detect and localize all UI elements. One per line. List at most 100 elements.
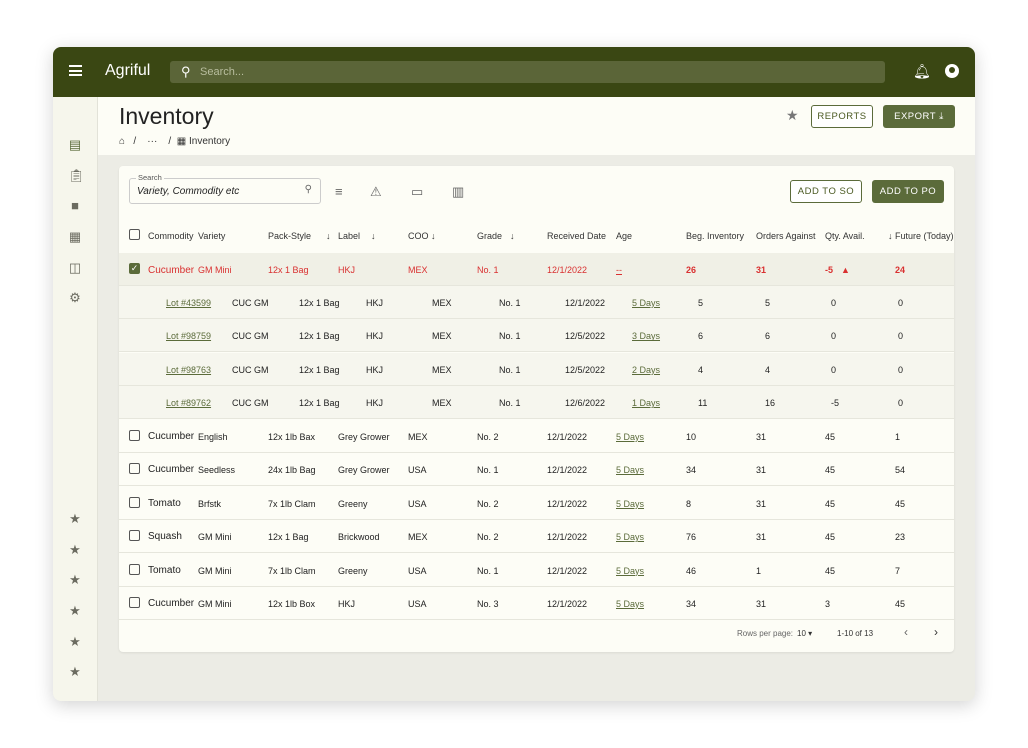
- row-checkbox[interactable]: [129, 563, 140, 575]
- row-checkbox[interactable]: ✓: [129, 263, 140, 274]
- cell-age[interactable]: 5 Days: [616, 532, 644, 542]
- sort-arrow-icon[interactable]: ↓: [371, 231, 376, 241]
- cell-commodity: Tomato: [148, 564, 181, 576]
- favorite-star-icon[interactable]: ★: [68, 573, 82, 586]
- lot-row[interactable]: Lot #98763 CUC GM 12x 1 Bag HKJ MEX No. 1 12/5…: [119, 352, 954, 386]
- table-row[interactable]: Cucumber English 12x 1lb Bax Grey Grower MEX…: [119, 420, 954, 453]
- cell-age[interactable]: 3 Days: [632, 331, 660, 341]
- row-checkbox[interactable]: [129, 229, 140, 240]
- row-checkbox[interactable]: [129, 597, 140, 608]
- table-row[interactable]: Squash GM Mini 12x 1 Bag Brickwood MEX No. 2 1…: [119, 520, 954, 554]
- sort-arrow-icon[interactable]: ↓: [326, 231, 331, 241]
- table-row-selected[interactable]: ✓ Cucumber GM Mini 12x 1 Bag HKJ MEX No. 1 12/1…: [119, 253, 954, 286]
- home-icon[interactable]: ⌂: [119, 136, 125, 147]
- cell-qty-avail: 0: [831, 298, 837, 308]
- sort-arrow-icon[interactable]: ↓: [431, 231, 436, 241]
- warning-icon[interactable]: ⚠: [370, 184, 382, 200]
- sidebar-item-clipboard-icon[interactable]: 📋︎: [68, 169, 85, 182]
- cell-coo: MEX: [432, 398, 452, 409]
- cell-age[interactable]: 5 Days: [616, 432, 644, 442]
- cell-pack-style: 12x 1 Bag: [268, 532, 309, 543]
- row-checkbox[interactable]: [129, 530, 140, 542]
- sidebar-item-settings-icon[interactable]: ⚙: [68, 291, 82, 304]
- row-checkbox[interactable]: [129, 463, 140, 475]
- reports-button[interactable]: REPORTS: [811, 105, 873, 128]
- favorite-star-icon[interactable]: ★: [68, 665, 82, 678]
- global-search-input[interactable]: ⚲ Search...: [170, 61, 885, 83]
- cell-age[interactable]: 5 Days: [616, 499, 644, 509]
- table-row[interactable]: Tomato Brfstk 7x 1lb Clam Greeny USA No. 2 12/…: [119, 487, 954, 520]
- favorite-star-icon[interactable]: ★: [786, 107, 799, 124]
- table-row[interactable]: Tomato GM Mini 7x 1lb Clam Greeny USA No. 1 12…: [119, 554, 954, 587]
- cell-age[interactable]: --: [616, 265, 622, 275]
- favorite-star-icon[interactable]: ★: [68, 512, 82, 525]
- cell-qty-avail: 45: [825, 432, 836, 442]
- lot-link[interactable]: Lot #98759: [166, 331, 211, 341]
- sidebar-item-dashboard-icon[interactable]: ◫: [68, 261, 82, 274]
- cell-age[interactable]: 5 Days: [616, 566, 644, 576]
- column-header-qty-avail: Qty. Avail.: [825, 231, 865, 241]
- cell-pack-style: 24x 1lb Bag: [268, 465, 316, 476]
- cell-variety: Brfstk: [198, 498, 222, 509]
- lot-link[interactable]: Lot #98763: [166, 365, 211, 375]
- cell-pack-style: 7x 1lb Clam: [268, 565, 316, 576]
- cell-age[interactable]: 5 Days: [616, 599, 644, 609]
- cell-variety: CUC GM: [232, 364, 269, 375]
- breadcrumb-separator: /: [133, 136, 137, 147]
- favorite-star-icon[interactable]: ★: [68, 635, 82, 648]
- account-icon[interactable]: [945, 64, 959, 78]
- cell-qty-avail: 45: [825, 465, 836, 476]
- cell-label: Greeny: [338, 565, 368, 576]
- favorite-star-icon[interactable]: ★: [68, 604, 82, 617]
- cell-variety: CUC GM: [232, 331, 269, 342]
- cell-commodity: Tomato: [148, 497, 181, 509]
- rows-per-page-select[interactable]: 10 ▾: [797, 629, 812, 638]
- column-header-beg-inventory: Beg. Inventory: [686, 231, 745, 241]
- cell-variety: GM Mini: [198, 565, 232, 576]
- cell-pack-style: 12x 1 Bag: [299, 331, 340, 342]
- favorite-star-icon[interactable]: ★: [68, 543, 82, 556]
- row-checkbox[interactable]: [129, 430, 140, 441]
- cell-variety: GM Mini: [198, 532, 232, 543]
- cell-beg-inventory: 10: [686, 432, 697, 442]
- cell-age[interactable]: 2 Days: [632, 365, 660, 375]
- lot-row[interactable]: Lot #98759 CUC GM 12x 1 Bag HKJ MEX No. 1 12/5…: [119, 319, 954, 353]
- cell-qty-avail: 3: [825, 599, 831, 609]
- sidebar-item-briefcase-icon[interactable]: ■: [68, 199, 82, 212]
- table-search-input[interactable]: Search Variety, Commodity etc ⚲: [129, 173, 321, 204]
- sidebar-item-grid-icon[interactable]: ▦: [68, 230, 82, 243]
- filter-icon[interactable]: ≡: [335, 184, 343, 199]
- calendar-icon[interactable]: ▭: [411, 184, 423, 200]
- cell-grade: No. 2: [477, 532, 499, 543]
- bell-icon[interactable]: 🔔︎: [913, 63, 931, 80]
- export-button[interactable]: EXPORT ⤓: [883, 105, 955, 128]
- table-row[interactable]: Cucumber Seedless 24x 1lb Bag Grey Grower US…: [119, 453, 954, 487]
- next-page-icon[interactable]: ›: [934, 625, 938, 639]
- cell-age[interactable]: 5 Days: [632, 298, 660, 308]
- columns-icon[interactable]: ▥: [452, 184, 464, 200]
- lot-row[interactable]: Lot #89762 CUC GM 12x 1 Bag HKJ MEX No. 1 12/6…: [119, 386, 954, 420]
- menu-icon[interactable]: [69, 65, 82, 76]
- previous-page-icon[interactable]: ‹: [904, 625, 908, 639]
- table-header[interactable]: Commodity Variety Pack-Style ↓ Label ↓ COO ↓ Gra…: [119, 219, 954, 252]
- cell-label: HKJ: [366, 298, 384, 308]
- column-header-grade: Grade: [477, 231, 503, 241]
- cell-pack-style: 12x 1 Bag: [268, 265, 309, 275]
- breadcrumb-ellipsis[interactable]: ···: [147, 136, 157, 147]
- sidebar-item-inventory-icon[interactable]: ▤: [68, 138, 82, 151]
- row-checkbox[interactable]: [129, 496, 140, 508]
- cell-received-date: 12/1/2022: [547, 599, 588, 609]
- add-to-so-button[interactable]: ADD TO SO: [790, 180, 862, 203]
- lot-row[interactable]: Lot #43599 CUC GM 12x 1 Bag HKJ MEX No. 1 12/1…: [119, 286, 954, 319]
- sort-arrow-icon[interactable]: ↓: [888, 231, 893, 241]
- cell-age[interactable]: 1 Days: [632, 398, 660, 408]
- lot-link[interactable]: Lot #43599: [166, 298, 211, 308]
- sort-arrow-icon[interactable]: ↓: [510, 231, 515, 241]
- rows-per-page-label: Rows per page:: [737, 629, 794, 638]
- cell-qty-avail: 45: [825, 498, 836, 509]
- add-to-po-button[interactable]: ADD TO PO: [872, 180, 944, 203]
- cell-coo: USA: [408, 599, 427, 609]
- table-row[interactable]: Cucumber GM Mini 12x 1lb Box HKJ USA No. 3 12/…: [119, 587, 954, 620]
- lot-link[interactable]: Lot #89762: [166, 398, 211, 408]
- cell-age[interactable]: 5 Days: [616, 465, 644, 475]
